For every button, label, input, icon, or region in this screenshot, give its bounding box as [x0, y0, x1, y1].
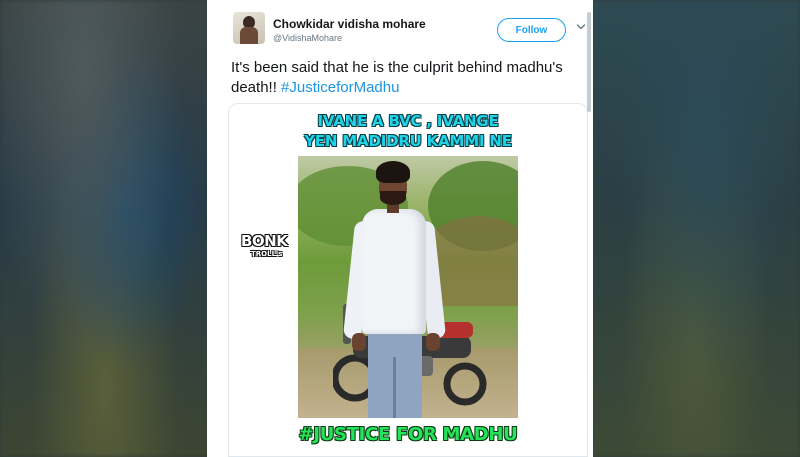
chevron-down-icon[interactable]	[576, 22, 586, 32]
tweet-media[interactable]: IVANE A BVC , IVANGE YEN MADIDRU KAMMI N…	[228, 103, 588, 457]
watermark-main: BONK	[241, 232, 288, 250]
meme-photo	[298, 156, 518, 418]
hashtag-link[interactable]: #JusticeforMadhu	[281, 79, 399, 96]
tweet-text: It's been said that he is the culprit be…	[231, 58, 571, 98]
author-name[interactable]: Chowkidar vidisha mohare	[273, 17, 426, 31]
meme-caption-line2: YEN MADIDRU KAMMI NE	[304, 132, 512, 150]
tweet-card: Chowkidar vidisha mohare @VidishaMohare …	[207, 0, 593, 457]
scrollbar-thumb[interactable]	[587, 12, 591, 112]
meme-caption-bottom: #JUSTICE FOR MADHU	[298, 424, 518, 445]
bonk-trolls-watermark: BONK TROLL's	[241, 232, 303, 264]
background-right	[590, 0, 800, 457]
avatar-torso	[240, 27, 258, 44]
person-jeans-gap	[393, 357, 396, 418]
person-hand-right	[426, 333, 440, 351]
person-hand-left	[352, 333, 366, 351]
avatar[interactable]	[233, 12, 265, 44]
meme-caption-line1: IVANE A BVC , IVANGE	[317, 112, 499, 130]
author-handle[interactable]: @VidishaMohare	[273, 33, 342, 43]
person-shirt	[362, 209, 426, 334]
watermark-sub: TROLL's	[251, 250, 283, 258]
background-left	[0, 0, 210, 457]
person-hair	[376, 161, 410, 183]
follow-button[interactable]: Follow	[497, 18, 566, 42]
person-image	[342, 161, 456, 418]
person-beard	[380, 191, 406, 205]
